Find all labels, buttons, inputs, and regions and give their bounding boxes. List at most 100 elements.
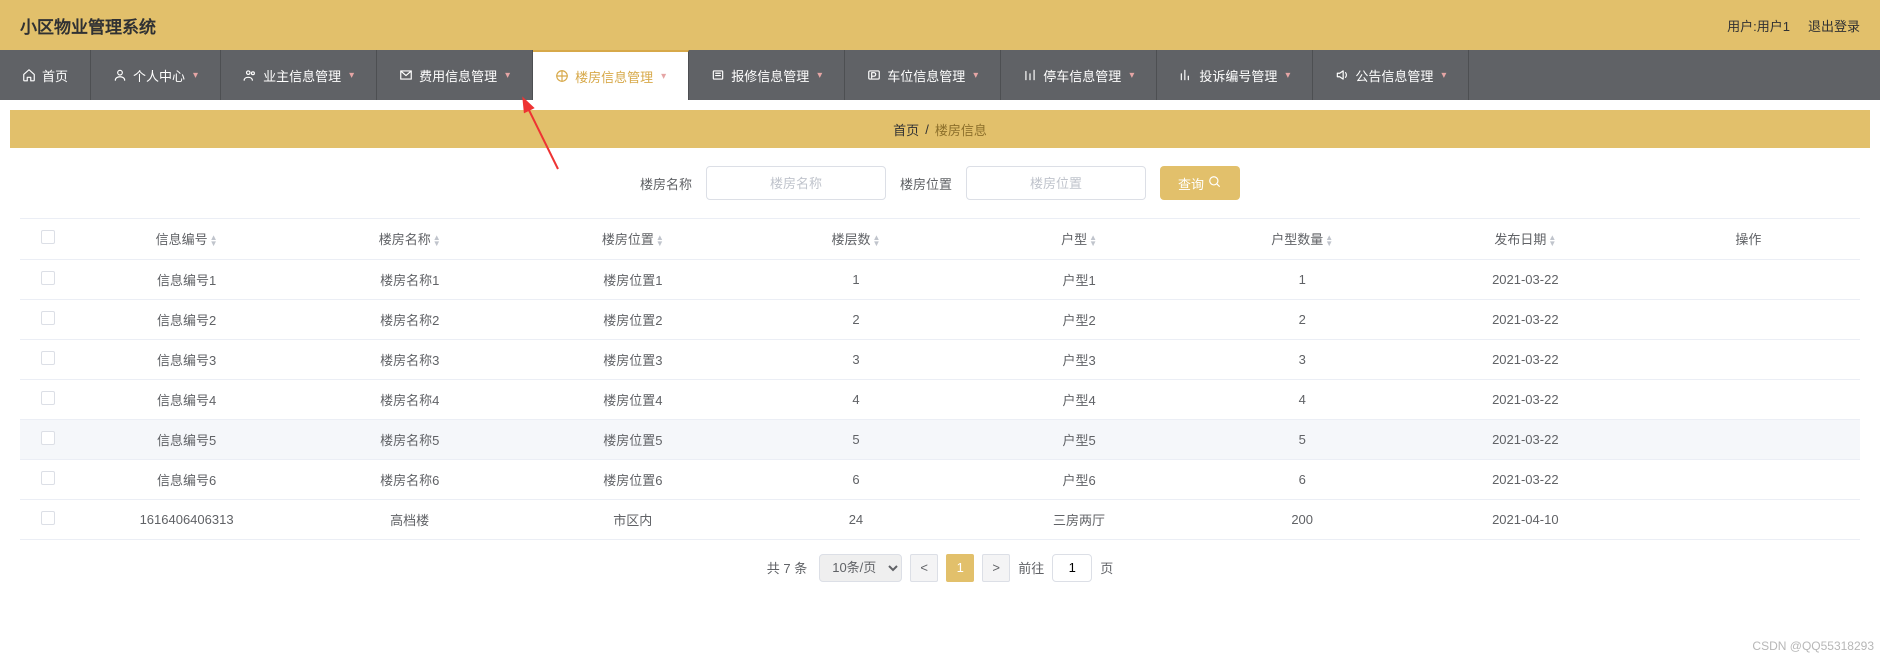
cell-floors: 2	[744, 299, 967, 339]
col-header[interactable]: 户型	[968, 219, 1191, 259]
table-row[interactable]: 信息编号5楼房名称5楼房位置55户型552021-03-22	[20, 419, 1860, 459]
page-size-select[interactable]: 10条/页	[819, 554, 902, 582]
repair-icon	[711, 68, 725, 82]
cell-count: 1	[1191, 259, 1414, 299]
nav-label: 业主信息管理	[263, 66, 341, 85]
cell-name: 楼房名称5	[298, 419, 521, 459]
page-next-button[interactable]: >	[982, 554, 1010, 582]
cell-count: 2	[1191, 299, 1414, 339]
cell-actions	[1637, 299, 1860, 339]
cell-actions	[1637, 419, 1860, 459]
cell-name: 楼房名称3	[298, 339, 521, 379]
user-icon	[113, 68, 127, 82]
cell-date: 2021-03-22	[1414, 259, 1637, 299]
row-checkbox[interactable]	[41, 351, 55, 365]
table-row[interactable]: 信息编号1楼房名称1楼房位置11户型112021-03-22	[20, 259, 1860, 299]
sort-icon[interactable]	[1089, 235, 1097, 247]
cell-actions	[1637, 379, 1860, 419]
cell-name: 楼房名称1	[298, 259, 521, 299]
chevron-down-icon: ▾	[973, 70, 978, 81]
header-bar: 小区物业管理系统 用户:用户1 退出登录	[0, 0, 1880, 50]
search-button[interactable]: 查询	[1160, 166, 1240, 200]
nav-item-7[interactable]: 停车信息管理▾	[1001, 50, 1157, 100]
nav-item-2[interactable]: 业主信息管理 ▾	[221, 50, 377, 100]
nav-item-0[interactable]: 首页	[0, 50, 91, 100]
table-row[interactable]: 信息编号3楼房名称3楼房位置33户型332021-03-22	[20, 339, 1860, 379]
nav-item-4[interactable]: 楼房信息管理▾	[533, 50, 689, 100]
row-checkbox[interactable]	[41, 431, 55, 445]
table-row[interactable]: 信息编号4楼房名称4楼房位置44户型442021-03-22	[20, 379, 1860, 419]
table-row[interactable]: 信息编号6楼房名称6楼房位置66户型662021-03-22	[20, 459, 1860, 499]
row-checkbox[interactable]	[41, 271, 55, 285]
data-table: 信息编号楼房名称楼房位置楼层数户型户型数量发布日期操作 信息编号1楼房名称1楼房…	[20, 219, 1860, 540]
cell-count: 4	[1191, 379, 1414, 419]
cell-pos: 楼房位置3	[521, 339, 744, 379]
chevron-down-icon: ▾	[505, 70, 510, 81]
nav-label: 个人中心	[133, 66, 185, 85]
cell-pos: 市区内	[521, 499, 744, 539]
table-row[interactable]: 信息编号2楼房名称2楼房位置22户型222021-03-22	[20, 299, 1860, 339]
sort-icon[interactable]	[433, 235, 441, 247]
breadcrumb-home[interactable]: 首页	[893, 120, 919, 139]
sort-icon[interactable]	[1548, 235, 1556, 247]
search-pos-input[interactable]	[966, 166, 1146, 200]
sort-icon[interactable]	[210, 235, 218, 247]
nav-item-1[interactable]: 个人中心▾	[91, 50, 221, 100]
user-info[interactable]: 用户:用户1	[1727, 16, 1790, 35]
cell-date: 2021-03-22	[1414, 379, 1637, 419]
search-icon	[1208, 175, 1222, 192]
cell-pos: 楼房位置6	[521, 459, 744, 499]
nav-item-3[interactable]: 费用信息管理▾	[377, 50, 533, 100]
col-header[interactable]: 楼层数	[744, 219, 967, 259]
col-header[interactable]: 信息编号	[75, 219, 298, 259]
owner-icon	[243, 68, 257, 82]
col-header[interactable]: 楼房位置	[521, 219, 744, 259]
cell-pos: 楼房位置2	[521, 299, 744, 339]
select-all-checkbox[interactable]	[41, 230, 55, 244]
search-button-label: 查询	[1178, 174, 1204, 193]
logout-link[interactable]: 退出登录	[1808, 16, 1860, 35]
parklot-icon	[867, 68, 881, 82]
search-name-label: 楼房名称	[640, 174, 692, 193]
cell-id: 信息编号6	[75, 459, 298, 499]
cell-type: 户型5	[968, 419, 1191, 459]
page-number-button[interactable]: 1	[946, 554, 974, 582]
row-checkbox[interactable]	[41, 471, 55, 485]
col-header[interactable]: 户型数量	[1191, 219, 1414, 259]
search-name-input[interactable]	[706, 166, 886, 200]
sort-icon[interactable]	[872, 235, 880, 247]
page-total: 共 7 条	[767, 558, 807, 577]
col-header[interactable]: 操作	[1637, 219, 1860, 259]
breadcrumb-sep: /	[925, 122, 929, 137]
cell-date: 2021-03-22	[1414, 339, 1637, 379]
search-pos-label: 楼房位置	[900, 174, 952, 193]
pagination: 共 7 条 10条/页 < 1 > 前往 页	[10, 540, 1870, 596]
sort-icon[interactable]	[1325, 235, 1333, 247]
sort-icon[interactable]	[656, 235, 664, 247]
chevron-down-icon: ▾	[349, 70, 354, 81]
page-prev-button[interactable]: <	[910, 554, 938, 582]
nav-item-9[interactable]: 公告信息管理▾	[1313, 50, 1469, 100]
chevron-down-icon: ▾	[1441, 70, 1446, 81]
table-row[interactable]: 1616406406313高档楼市区内24三房两厅2002021-04-10	[20, 499, 1860, 539]
home-icon	[22, 68, 36, 82]
cell-actions	[1637, 499, 1860, 539]
nav-item-8[interactable]: 投诉编号管理▾	[1157, 50, 1313, 100]
row-checkbox[interactable]	[41, 511, 55, 525]
nav-item-6[interactable]: 车位信息管理▾	[845, 50, 1001, 100]
cell-id: 信息编号5	[75, 419, 298, 459]
breadcrumb: 首页 / 楼房信息	[10, 110, 1870, 148]
cell-pos: 楼房位置5	[521, 419, 744, 459]
nav-item-5[interactable]: 报修信息管理▾	[689, 50, 845, 100]
col-header[interactable]: 发布日期	[1414, 219, 1637, 259]
page-jump-input[interactable]	[1052, 554, 1092, 582]
row-checkbox[interactable]	[41, 391, 55, 405]
cell-type: 三房两厅	[968, 499, 1191, 539]
cell-name: 楼房名称2	[298, 299, 521, 339]
cell-name: 楼房名称6	[298, 459, 521, 499]
row-checkbox[interactable]	[41, 311, 55, 325]
cell-type: 户型2	[968, 299, 1191, 339]
col-header[interactable]: 楼房名称	[298, 219, 521, 259]
content-wrap: 首页 / 楼房信息 楼房名称 楼房位置 查询 信息编号楼房名称楼房位置楼层数户型…	[0, 100, 1880, 606]
cell-date: 2021-04-10	[1414, 499, 1637, 539]
